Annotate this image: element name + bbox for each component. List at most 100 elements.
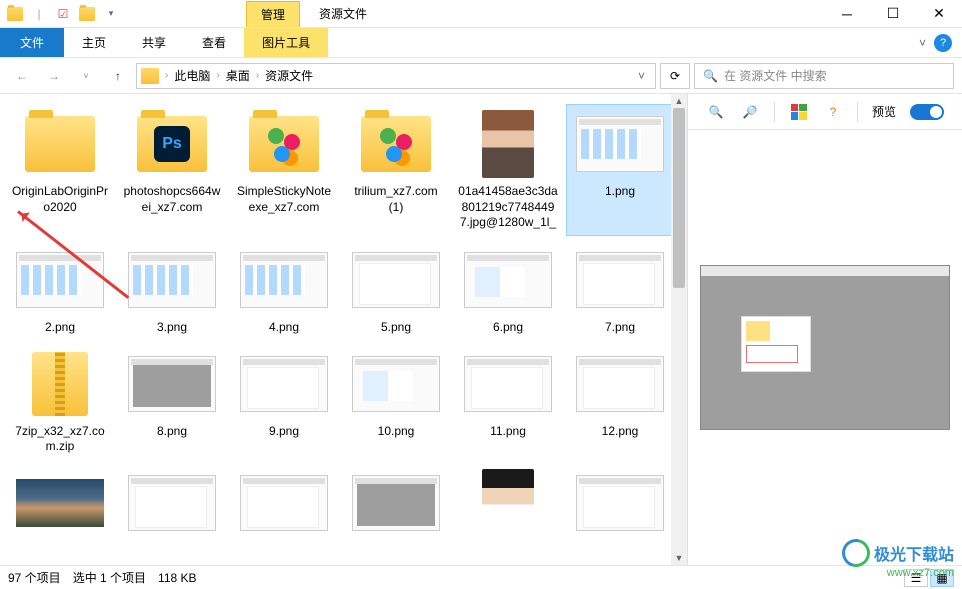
- file-thumbnail: [124, 244, 220, 316]
- preview-pane: 🔍 🔎 ? 预览: [687, 94, 962, 565]
- recent-dropdown[interactable]: ˅: [72, 62, 100, 90]
- file-name: photoshopcs664wei_xz7.com: [122, 184, 222, 215]
- file-item[interactable]: [118, 463, 226, 547]
- back-button[interactable]: ←: [8, 62, 36, 90]
- close-button[interactable]: ✕: [916, 0, 962, 28]
- dropdown-icon[interactable]: ▾: [100, 3, 122, 25]
- help-icon[interactable]: ?: [934, 34, 952, 52]
- breadcrumb-desktop[interactable]: 桌面: [226, 67, 250, 84]
- file-item[interactable]: SimpleStickyNoteexe_xz7.com: [230, 104, 338, 236]
- quick-access-toolbar: | ☑ ▾: [0, 3, 126, 25]
- up-button[interactable]: ↑: [104, 62, 132, 90]
- zoom-out-icon[interactable]: 🔍: [706, 102, 726, 122]
- forward-button[interactable]: →: [40, 62, 68, 90]
- manage-tab-label: 管理: [246, 1, 300, 27]
- minimize-button[interactable]: ─: [824, 0, 870, 28]
- qat-separator: |: [28, 3, 50, 25]
- help-icon[interactable]: ?: [823, 102, 843, 122]
- color-grid-icon[interactable]: [789, 102, 809, 122]
- file-item[interactable]: [230, 463, 338, 547]
- file-thumbnail: [348, 244, 444, 316]
- preview-image: [700, 265, 950, 430]
- preview-toggle[interactable]: [910, 104, 944, 120]
- file-item[interactable]: 11.png: [454, 344, 562, 459]
- file-item[interactable]: Ps photoshopcs664wei_xz7.com: [118, 104, 226, 236]
- file-thumbnail: [236, 244, 332, 316]
- file-item[interactable]: 3.png: [118, 240, 226, 340]
- file-item[interactable]: 6.png: [454, 240, 562, 340]
- search-input[interactable]: 🔍 在 资源文件 中搜索: [694, 63, 954, 89]
- file-item[interactable]: 10.png: [342, 344, 450, 459]
- chevron-right-icon[interactable]: ›: [252, 70, 263, 81]
- folder-icon[interactable]: [4, 3, 26, 25]
- file-thumbnail: [124, 467, 220, 539]
- file-name: 4.png: [269, 320, 299, 336]
- file-thumbnail: [572, 244, 668, 316]
- file-name: 10.png: [378, 424, 415, 440]
- file-name: 1.png: [605, 184, 635, 200]
- tab-view[interactable]: 查看: [184, 28, 244, 57]
- file-name: 9.png: [269, 424, 299, 440]
- file-item[interactable]: 5.png: [342, 240, 450, 340]
- file-item[interactable]: trilium_xz7.com (1): [342, 104, 450, 236]
- window-controls: ─ ☐ ✕: [824, 0, 962, 28]
- file-name: 7zip_x32_xz7.com.zip: [10, 424, 110, 455]
- file-item[interactable]: 1.png: [566, 104, 674, 236]
- chevron-right-icon[interactable]: ›: [212, 70, 223, 81]
- tab-file[interactable]: 文件: [0, 28, 64, 57]
- scroll-thumb[interactable]: [673, 108, 685, 288]
- checkbox-icon[interactable]: ☑: [52, 3, 74, 25]
- vertical-scrollbar[interactable]: ▲ ▼: [671, 94, 687, 565]
- refresh-button[interactable]: ⟳: [660, 63, 690, 89]
- preview-label: 预览: [872, 103, 896, 120]
- folder-icon: [141, 68, 159, 84]
- file-item[interactable]: 12.png: [566, 344, 674, 459]
- tab-share[interactable]: 共享: [124, 28, 184, 57]
- file-name: 6.png: [493, 320, 523, 336]
- file-item[interactable]: [342, 463, 450, 547]
- folder-icon[interactable]: [76, 3, 98, 25]
- file-thumbnail: [236, 108, 332, 180]
- file-item[interactable]: 7.png: [566, 240, 674, 340]
- file-item[interactable]: [454, 463, 562, 547]
- file-thumbnail: [236, 348, 332, 420]
- address-dropdown-icon[interactable]: ˅: [632, 69, 651, 83]
- file-item[interactable]: [6, 463, 114, 547]
- file-thumbnail: [236, 467, 332, 539]
- file-item[interactable]: 2.png: [6, 240, 114, 340]
- breadcrumb-this-pc[interactable]: 此电脑: [174, 67, 210, 84]
- ribbon-collapse-icon[interactable]: ˅: [919, 36, 926, 50]
- file-item[interactable]: 7zip_x32_xz7.com.zip: [6, 344, 114, 459]
- file-thumbnail: [460, 467, 556, 539]
- zoom-in-icon[interactable]: 🔎: [740, 102, 760, 122]
- file-name: 12.png: [602, 424, 639, 440]
- file-thumbnail: Ps: [124, 108, 220, 180]
- file-thumbnail: [572, 108, 668, 180]
- watermark-url: www.xz7.com: [887, 567, 954, 579]
- tab-home[interactable]: 主页: [64, 28, 124, 57]
- ribbon-tabs: 文件 主页 共享 查看 图片工具 ˅ ?: [0, 28, 962, 58]
- tab-picture-tools[interactable]: 图片工具: [244, 28, 328, 57]
- watermark-logo-icon: [837, 534, 875, 572]
- scroll-up-icon[interactable]: ▲: [671, 94, 687, 108]
- file-item[interactable]: [566, 463, 674, 547]
- maximize-button[interactable]: ☐: [870, 0, 916, 28]
- file-thumbnail: [460, 348, 556, 420]
- file-thumbnail: [348, 467, 444, 539]
- file-item[interactable]: 9.png: [230, 344, 338, 459]
- watermark-text: 极光下载站: [874, 541, 954, 565]
- file-thumbnail: [12, 244, 108, 316]
- file-item[interactable]: 01a41458ae3c3da801219c77484497.jpg@1280w…: [454, 104, 562, 236]
- file-item[interactable]: 8.png: [118, 344, 226, 459]
- file-list[interactable]: OriginLabOriginPro2020Psphotoshopcs664we…: [0, 94, 687, 565]
- title-context-tabs: 管理 资源文件: [246, 0, 386, 27]
- status-selected: 选中 1 个项目: [73, 569, 146, 586]
- breadcrumb-folder[interactable]: 资源文件: [265, 67, 313, 84]
- address-bar[interactable]: › 此电脑 › 桌面 › 资源文件 ˅: [136, 63, 656, 89]
- file-thumbnail: [572, 467, 668, 539]
- file-item[interactable]: 4.png: [230, 240, 338, 340]
- preview-toolbar: 🔍 🔎 ? 预览: [688, 94, 962, 130]
- file-name: 8.png: [157, 424, 187, 440]
- scroll-down-icon[interactable]: ▼: [671, 551, 687, 565]
- chevron-right-icon[interactable]: ›: [161, 70, 172, 81]
